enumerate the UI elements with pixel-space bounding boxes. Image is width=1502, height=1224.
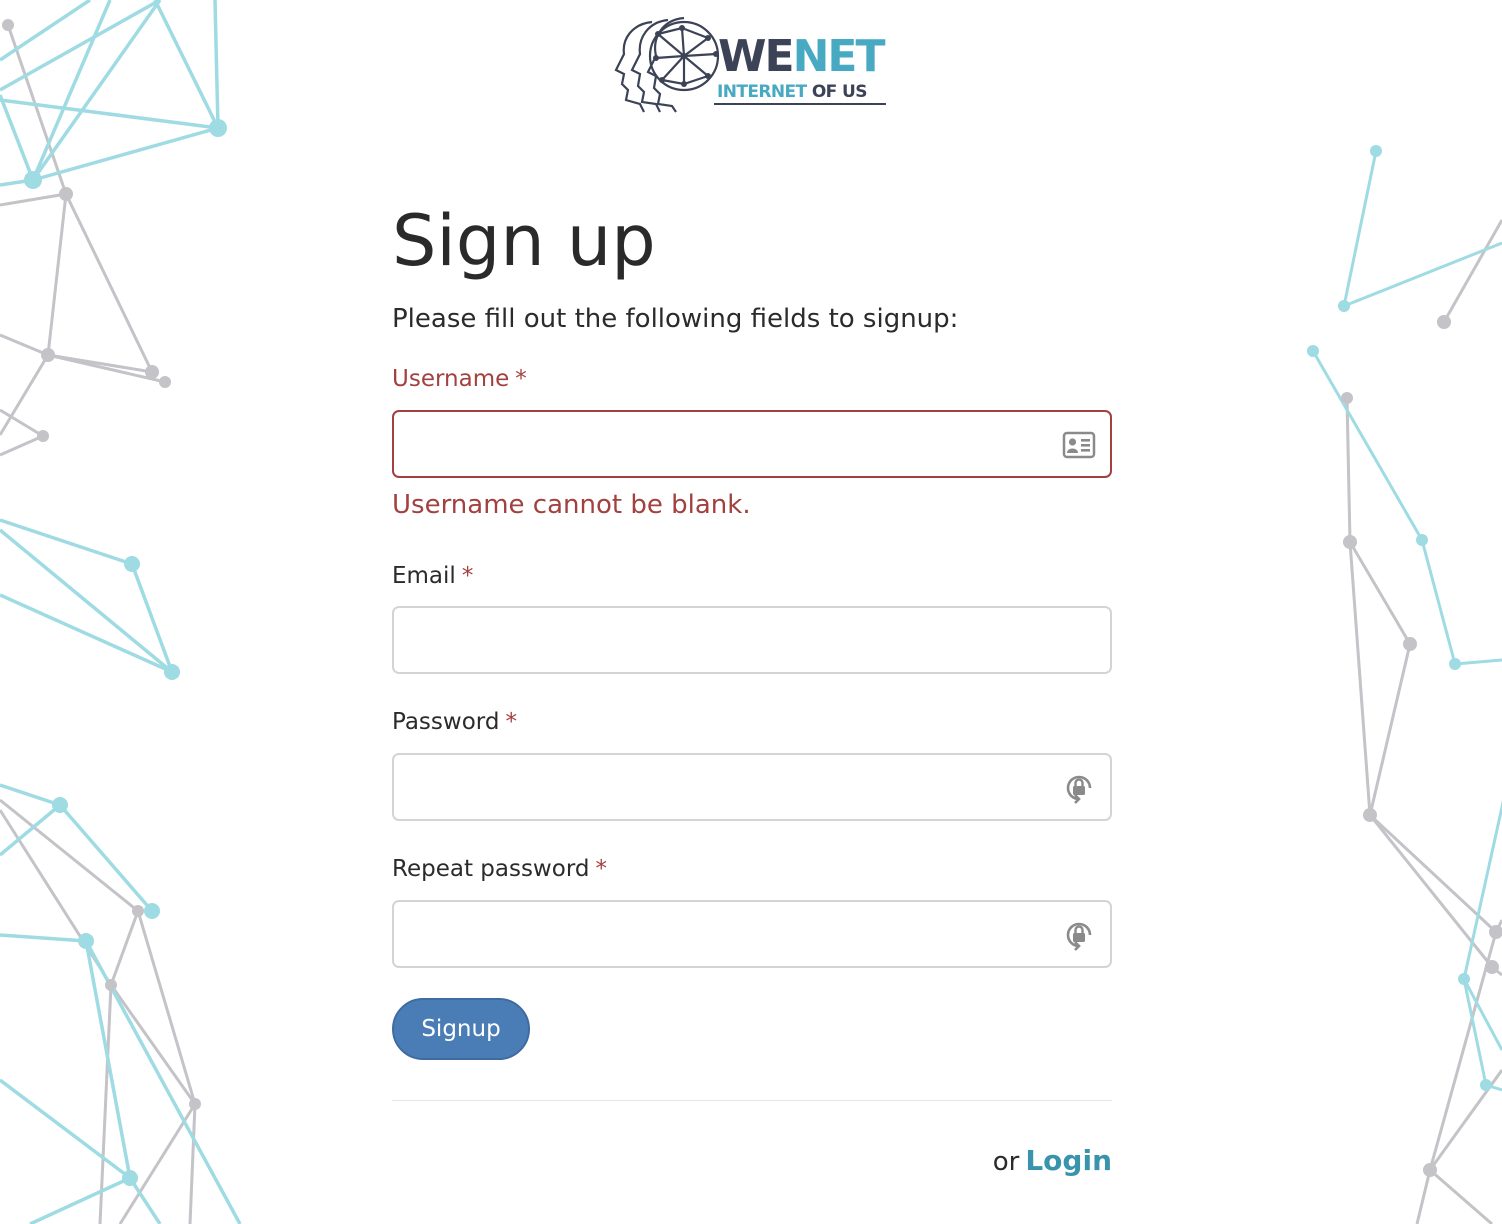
logo-tagline-internet: INTERNET bbox=[717, 82, 807, 102]
email-field[interactable] bbox=[392, 606, 1112, 674]
email-input[interactable] bbox=[406, 616, 1050, 666]
login-link[interactable]: Login bbox=[1025, 1144, 1112, 1177]
logo-wordmark-net: NET bbox=[792, 31, 886, 82]
username-label: Username * bbox=[392, 366, 527, 392]
required-mark: * bbox=[461, 563, 474, 589]
wenet-logo[interactable]: WENET INTERNET OF US bbox=[612, 14, 892, 118]
form-intro-text: Please fill out the following fields to … bbox=[392, 304, 959, 334]
username-input[interactable] bbox=[406, 420, 1050, 470]
password-field[interactable] bbox=[392, 753, 1112, 821]
password-lock-icon bbox=[1066, 922, 1092, 951]
required-mark: * bbox=[515, 366, 527, 392]
or-text: or bbox=[992, 1147, 1020, 1177]
repeat-password-label: Repeat password * bbox=[392, 856, 607, 882]
required-mark: * bbox=[505, 709, 517, 735]
signup-page: WENET INTERNET OF US Sign up Please fill… bbox=[0, 0, 1502, 1224]
logo-wordmark-we: WE bbox=[718, 31, 795, 82]
email-label: Email * bbox=[392, 563, 473, 589]
username-field[interactable] bbox=[392, 410, 1112, 478]
email-label-text: Email bbox=[392, 563, 456, 589]
heads-network-logo-icon bbox=[614, 16, 720, 113]
password-label-text: Password bbox=[392, 709, 500, 735]
logo-underline bbox=[714, 103, 886, 105]
repeat-password-input[interactable] bbox=[406, 910, 1050, 960]
password-lock-icon bbox=[1066, 775, 1092, 804]
logo-wordmark: WENET bbox=[718, 31, 886, 82]
login-prompt: or Login bbox=[993, 1144, 1112, 1177]
required-mark: * bbox=[595, 856, 607, 882]
network-decoration-left bbox=[0, 0, 242, 1224]
repeat-password-field[interactable] bbox=[392, 900, 1112, 968]
username-error-message: Username cannot be blank. bbox=[392, 490, 751, 520]
divider bbox=[392, 1100, 1112, 1101]
logo-tagline-of-us: OF US bbox=[806, 82, 868, 102]
network-decoration-right bbox=[1307, 145, 1502, 1224]
signup-button[interactable]: Signup bbox=[392, 998, 530, 1060]
page-title: Sign up bbox=[392, 200, 656, 282]
password-label: Password * bbox=[392, 709, 517, 735]
id-card-icon bbox=[1062, 431, 1096, 459]
username-label-text: Username bbox=[392, 366, 510, 392]
repeat-password-label-text: Repeat password bbox=[392, 856, 590, 882]
logo-tagline: INTERNET OF US bbox=[717, 82, 867, 102]
password-input[interactable] bbox=[406, 763, 1050, 813]
